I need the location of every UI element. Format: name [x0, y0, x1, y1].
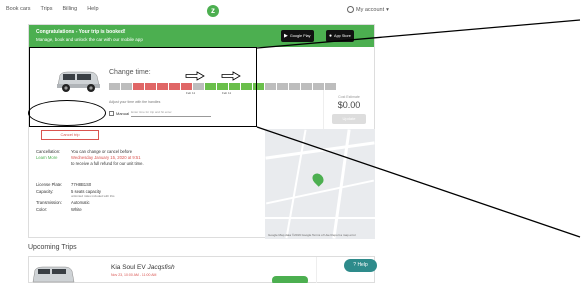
timeline-block[interactable]: [313, 83, 324, 90]
cancellation-label: Cancellation:: [36, 149, 61, 154]
help-label: Help: [357, 262, 368, 268]
upcoming-car-title: Kia Soul EV Jacqsfish: [111, 264, 175, 271]
update-button[interactable]: Update: [332, 114, 366, 124]
map-road: [265, 141, 375, 160]
map-pin-icon[interactable]: [310, 171, 326, 187]
map-view[interactable]: Google Map data ©2019 Google Terms of Us…: [265, 129, 375, 239]
capacity-label: Capacity:: [36, 189, 54, 194]
account-menu[interactable]: My account ▾: [347, 6, 389, 13]
timeline-block[interactable]: [265, 83, 276, 90]
capacity-sub: unlimited miles included with this: [71, 194, 115, 198]
cancel-policy-deadline: Wednesday January 15, 2020 at 9:51: [71, 155, 141, 160]
cost-value: $0.00: [337, 100, 361, 110]
nav-book-cars[interactable]: Book cars: [6, 6, 30, 12]
banner-subtitle: Manage, book and unlock the car with our…: [36, 37, 143, 42]
upcoming-car-model: Kia Soul EV: [111, 264, 146, 271]
map-attribution: Google Map data ©2019 Google Terms of Us…: [268, 233, 356, 237]
banner-title: Congratulations - Your trip is booked!: [36, 29, 126, 35]
cancel-policy-line1: You can change or cancel before: [71, 149, 133, 154]
license-label: License Plate:: [36, 182, 63, 187]
timeline-block[interactable]: [301, 83, 312, 90]
logo-icon[interactable]: z: [207, 5, 219, 17]
apple-icon: ●: [329, 33, 333, 39]
map-road: [265, 217, 375, 219]
play-icon: ▶: [284, 33, 288, 39]
nav-trips[interactable]: Trips: [40, 6, 52, 12]
color-label: Color:: [36, 207, 48, 212]
upcoming-trip-card[interactable]: Kia Soul EV Jacqsfish Nov 23, 10:00 AM -…: [28, 256, 375, 283]
google-play-button[interactable]: ▶ Google Play: [281, 30, 314, 42]
app-store-label: App Store: [334, 34, 351, 38]
cancel-trip-button[interactable]: Cancel trip: [41, 130, 99, 140]
nav-billing[interactable]: Billing: [63, 6, 78, 12]
nav-help[interactable]: Help: [87, 6, 98, 12]
upcoming-car-image: [32, 266, 75, 283]
top-nav: Book cars Trips Billing Help z My accoun…: [0, 0, 584, 22]
google-play-label: Google Play: [289, 34, 311, 38]
upcoming-trips-heading: Upcoming Trips: [28, 244, 77, 251]
transmission-label: Transmission:: [36, 200, 62, 205]
learn-more-link[interactable]: Learn More: [36, 155, 57, 160]
license-value: 77H8B1S0: [71, 182, 92, 187]
upcoming-car-name: Jacqsfish: [147, 264, 175, 271]
cancel-policy-line3: to receive a full refund for our unit ti…: [71, 161, 144, 166]
timeline-block[interactable]: [325, 83, 336, 90]
color-value: White: [71, 207, 82, 212]
timeline-block[interactable]: [289, 83, 300, 90]
nav-links: Book cars Trips Billing Help: [6, 6, 99, 12]
chevron-down-icon: ▾: [386, 6, 389, 13]
help-button[interactable]: ? Help: [344, 259, 377, 272]
account-label: My account: [356, 6, 385, 13]
upcoming-trip-time: Nov 23, 10:00 AM - 11:00 AM: [111, 273, 157, 277]
map-road: [285, 129, 307, 239]
timeline-block[interactable]: [277, 83, 288, 90]
help-icon: ?: [353, 262, 357, 268]
upcoming-action-button[interactable]: [272, 276, 308, 283]
app-store-button[interactable]: ● App Store: [326, 30, 354, 42]
google-logo: Google: [268, 233, 278, 237]
success-banner: Congratulations - Your trip is booked! M…: [29, 25, 374, 47]
map-data-text[interactable]: Map data ©2019 Google Terms of Use Repor…: [279, 233, 356, 237]
user-icon: [347, 6, 354, 13]
highlight-oval: [28, 100, 106, 126]
cost-label: Cost Estimate: [338, 95, 360, 99]
transmission-value: Automatic: [71, 200, 90, 205]
